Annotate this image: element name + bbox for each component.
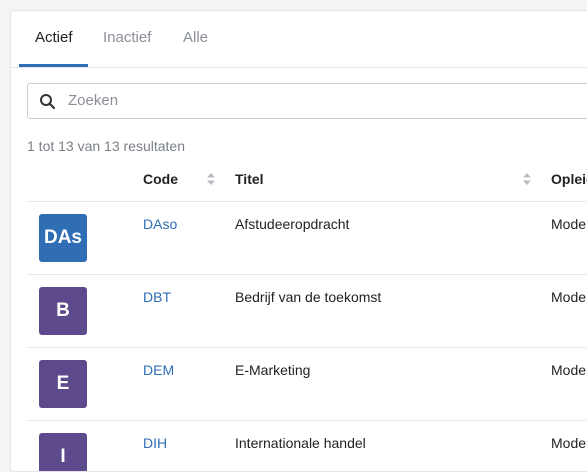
search-box [27, 83, 587, 119]
results-count: 1 tot 13 van 13 resultaten [27, 138, 185, 154]
course-opleiding: Mode [551, 289, 587, 305]
table-row[interactable]: B DBT Bedrijf van de toekomst Mode [11, 275, 587, 348]
course-avatar: DAs [39, 214, 87, 262]
course-avatar: I [39, 433, 87, 471]
sort-code-icon[interactable] [206, 172, 216, 186]
active-tab-indicator [19, 64, 88, 67]
course-title: E-Marketing [235, 362, 311, 378]
course-code-link[interactable]: DEM [143, 362, 174, 378]
course-avatar: B [39, 287, 87, 335]
tab-inactief[interactable]: Inactief [103, 29, 151, 46]
course-avatar: E [39, 360, 87, 408]
course-code-link[interactable]: DIH [143, 435, 167, 451]
sort-titel-icon[interactable] [522, 172, 532, 186]
table-row[interactable]: DAs DAso Afstudeeropdracht Mode [11, 202, 587, 275]
course-code-link[interactable]: DBT [143, 289, 171, 305]
table-row[interactable]: I DIH Internationale handel Mode [11, 421, 587, 471]
course-opleiding: Mode [551, 216, 587, 232]
course-opleiding: Mode [551, 435, 587, 451]
column-header-opleiding[interactable]: Opleid [551, 171, 587, 187]
search-icon [40, 94, 56, 110]
column-header-code[interactable]: Code [143, 171, 178, 187]
tab-alle[interactable]: Alle [183, 29, 208, 46]
course-title: Afstudeeropdracht [235, 216, 350, 232]
course-title: Internationale handel [235, 435, 366, 451]
course-title: Bedrijf van de toekomst [235, 289, 382, 305]
courses-panel: Actief Inactief Alle 1 tot 13 van 13 res… [10, 10, 587, 472]
column-header-titel[interactable]: Titel [235, 171, 264, 187]
course-code-link[interactable]: DAso [143, 216, 177, 232]
course-opleiding: Mode [551, 362, 587, 378]
tab-bar: Actief Inactief Alle [11, 11, 587, 68]
tab-actief[interactable]: Actief [35, 29, 73, 46]
table-row[interactable]: E DEM E-Marketing Mode [11, 348, 587, 421]
search-input[interactable] [68, 84, 568, 116]
